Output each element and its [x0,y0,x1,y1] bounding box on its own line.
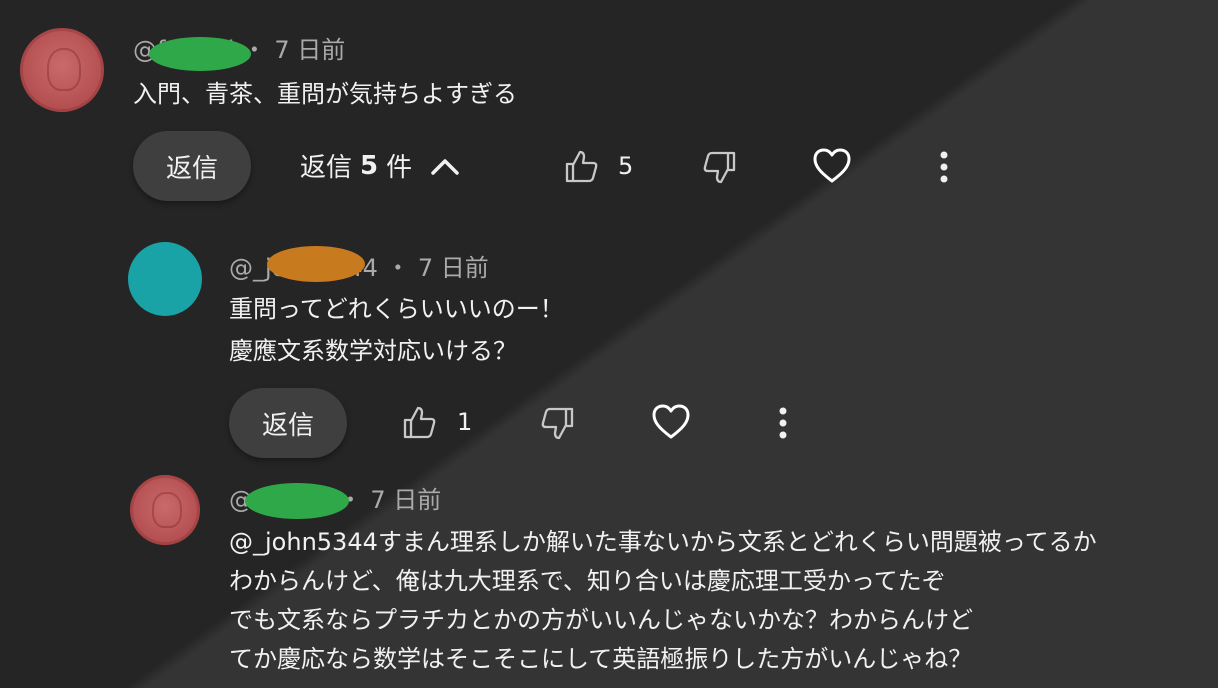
handle-prefix: @_ [229,254,265,282]
comment-text-line: てか慶応なら数学はそこそこにして英語極振りした方がいんじゃね？ [229,645,973,673]
heart-icon[interactable] [651,403,691,441]
replies-toggle[interactable]: 返信 5 件 [300,147,460,184]
comment-text: 入門、青茶、重問が気持ちよすぎる [133,80,517,108]
like-count: 1 [457,408,473,436]
author-handle[interactable]: @_john5344 [229,246,378,282]
thumbs-up-icon[interactable] [563,148,599,184]
author-handle[interactable]: @fuku_ji [133,36,251,71]
thumbs-up-icon[interactable] [401,404,437,440]
more-vertical-icon[interactable] [938,150,950,184]
replies-toggle-label: 返信 [300,153,353,183]
comment-text-line: わからんけど、俺は九大理系で、知り合いは慶応理工受かってたぞ [229,567,946,595]
author-handle[interactable]: @fuku_ji [229,483,349,519]
separator-dot: ・ [385,254,410,282]
reply-button[interactable]: 返信 [133,131,251,201]
redaction-mask [149,37,251,71]
comment-meta: @fuku_ji ・7 日前 [133,30,345,71]
reply-button-label: 返信 [261,410,314,441]
comment-text-line: 重問ってどれくらいいいのー！ [229,295,564,323]
thumbs-down-icon[interactable] [702,150,738,186]
avatar[interactable] [20,28,104,112]
reply-button[interactable]: 返信 [229,388,347,458]
redaction-mask [245,483,349,519]
comment-meta: @fuku_ji ・7 日前 [229,480,441,519]
replies-count: 5 [360,150,379,181]
avatar[interactable] [130,475,200,545]
avatar[interactable] [128,242,202,316]
replies-unit: 件 [386,153,413,183]
timestamp[interactable]: 7 日前 [418,254,489,282]
timestamp[interactable]: 7 日前 [370,486,441,514]
like-count: 5 [618,152,634,180]
chevron-up-icon [431,158,459,175]
heart-icon[interactable] [812,147,852,185]
comment-text-line: でも文系ならプラチカとかの方がいいんじゃないかな？わからんけど [229,606,973,634]
reply-button-label: 返信 [165,153,218,184]
more-vertical-icon[interactable] [777,406,789,440]
timestamp[interactable]: 7 日前 [274,36,345,64]
comment-text-line: 慶應文系数学対応いける？ [229,337,517,365]
comment-meta: @_john5344 ・ 7 日前 [229,246,489,283]
redaction-mask [267,246,365,282]
thumbs-down-icon[interactable] [540,406,576,442]
comment-text-line: @_john5344すまん理系しか解いた事ないから文系とどれくらい問題被ってるか [229,528,1097,556]
